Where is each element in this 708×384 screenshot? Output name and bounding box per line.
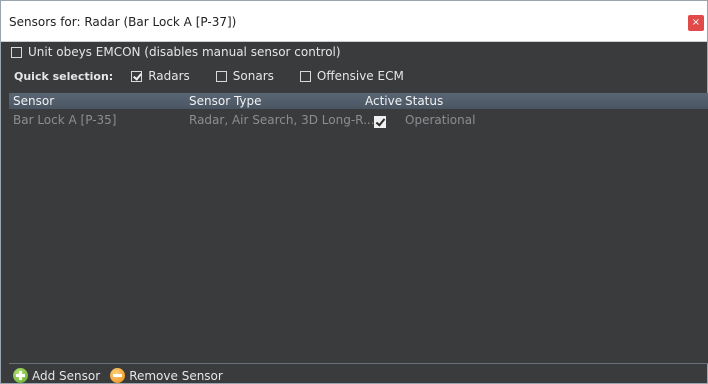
quick-offensive-ecm-option[interactable]: Offensive ECM <box>299 69 404 83</box>
offensive-ecm-checkbox[interactable] <box>299 70 311 82</box>
table-row[interactable]: Bar Lock A [P-35] Radar, Air Search, 3D … <box>9 112 708 128</box>
remove-sensor-button[interactable]: Remove Sensor <box>110 368 223 383</box>
quick-radars-option[interactable]: Radars <box>131 69 190 83</box>
title-bar[interactable]: Sensors for: Radar (Bar Lock A [P-37]) × <box>1 1 707 41</box>
plus-circle-icon <box>13 368 28 383</box>
column-header-status[interactable]: Status <box>405 94 443 108</box>
emcon-checkbox[interactable] <box>11 46 22 58</box>
sensors-dialog: Sensors for: Radar (Bar Lock A [P-37]) ×… <box>0 0 708 384</box>
column-header-sensor[interactable]: Sensor <box>13 94 54 108</box>
offensive-ecm-label: Offensive ECM <box>316 69 404 83</box>
add-sensor-label: Add Sensor <box>32 368 101 383</box>
footer-divider <box>9 363 708 364</box>
radars-label: Radars <box>148 69 190 83</box>
quick-sonars-option[interactable]: Sonars <box>215 69 274 83</box>
remove-sensor-label: Remove Sensor <box>129 368 223 383</box>
quick-selection-label: Quick selection: <box>14 69 114 83</box>
active-checkbox[interactable] <box>374 116 386 128</box>
sensor-grid-body[interactable]: Bar Lock A [P-35] Radar, Air Search, 3D … <box>9 109 708 363</box>
column-header-sensor-type[interactable]: Sensor Type <box>189 94 262 108</box>
quick-selection-row: Quick selection: Radars Sonars Offensive… <box>14 68 430 84</box>
radars-checkbox[interactable] <box>131 70 143 82</box>
sonars-checkbox[interactable] <box>215 70 227 82</box>
footer-toolbar: Add Sensor Remove Sensor <box>13 368 233 383</box>
add-sensor-button[interactable]: Add Sensor <box>13 368 100 383</box>
emcon-option[interactable]: Unit obeys EMCON (disables manual sensor… <box>11 44 341 60</box>
sensor-grid-header: Sensor Sensor Type Active Status <box>9 93 708 109</box>
cell-sensor-type: Radar, Air Search, 3D Long-R... <box>189 113 375 127</box>
emcon-label: Unit obeys EMCON (disables manual sensor… <box>28 45 341 59</box>
column-header-active[interactable]: Active <box>365 94 402 108</box>
cell-sensor: Bar Lock A [P-35] <box>13 113 117 127</box>
minus-circle-icon <box>110 368 126 383</box>
cell-status: Operational <box>405 113 476 127</box>
close-button[interactable]: × <box>688 15 704 31</box>
window-title: Sensors for: Radar (Bar Lock A [P-37]) <box>9 15 237 29</box>
sonars-label: Sonars <box>232 69 274 83</box>
